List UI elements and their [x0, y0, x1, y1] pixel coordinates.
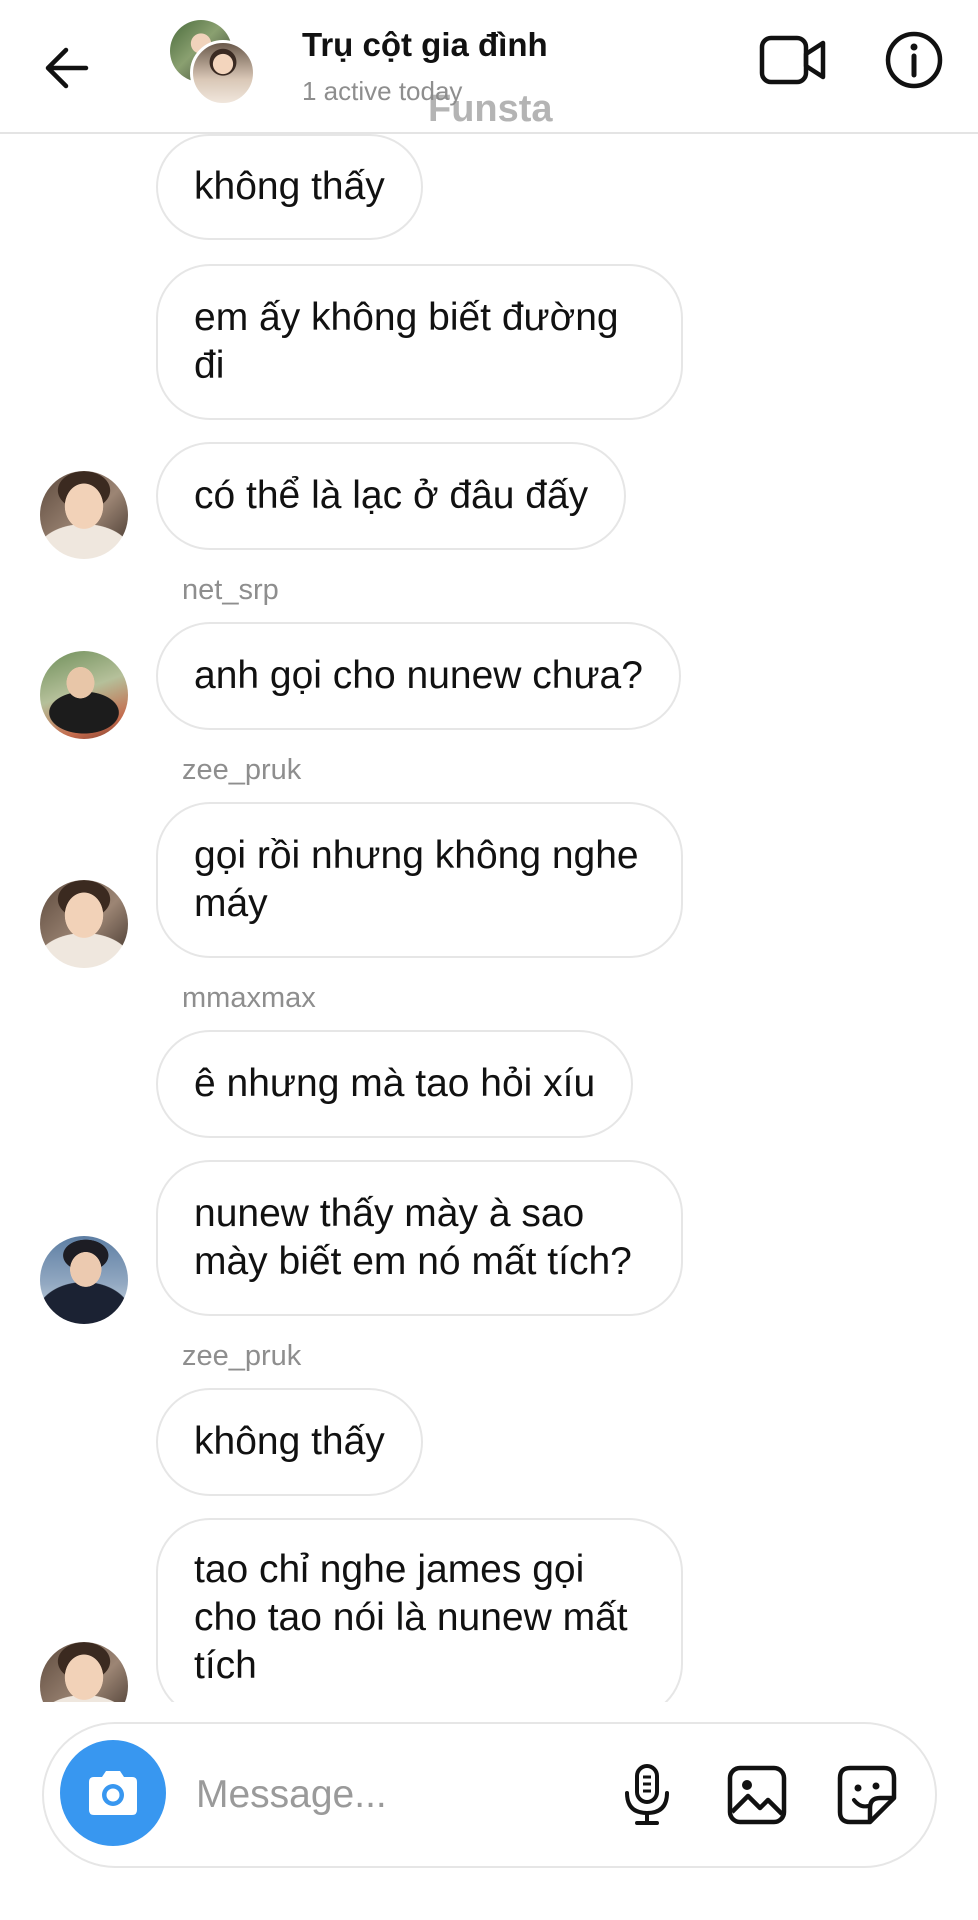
- info-circle-icon[interactable]: [882, 28, 946, 92]
- avatar[interactable]: [40, 1236, 128, 1324]
- group-avatar[interactable]: [170, 20, 260, 106]
- message-text: anh gọi cho nunew chưa?: [194, 654, 643, 697]
- sender-name: zee_pruk: [182, 1340, 302, 1372]
- message-text: có thể là lạc ở đâu đấy: [194, 474, 589, 517]
- group-avatar-front: [190, 40, 256, 106]
- message-thread[interactable]: không thấy em ấy không biết đường đi có …: [0, 134, 978, 1702]
- avatar[interactable]: [40, 471, 128, 559]
- message-composer: [42, 1722, 937, 1868]
- avatar[interactable]: [40, 651, 128, 739]
- message-bubble[interactable]: nunew thấy mày à sao mày biết em nó mất …: [156, 1160, 683, 1316]
- avatar[interactable]: [40, 880, 128, 968]
- watermark: Funsta: [428, 88, 553, 130]
- message-bubble[interactable]: anh gọi cho nunew chưa?: [156, 622, 681, 730]
- message-bubble[interactable]: em ấy không biết đường đi: [156, 264, 683, 420]
- message-text: không thấy: [194, 1420, 385, 1463]
- video-camera-icon[interactable]: [758, 30, 828, 90]
- message-bubble[interactable]: có thể là lạc ở đâu đấy: [156, 442, 627, 550]
- message-bubble[interactable]: ê nhưng mà tao hỏi xíu: [156, 1030, 634, 1138]
- microphone-icon[interactable]: [614, 1760, 680, 1830]
- image-icon[interactable]: [722, 1760, 792, 1830]
- message-text: gọi rồi nhưng không nghe máy: [194, 834, 639, 925]
- sender-name: zee_pruk: [182, 754, 302, 786]
- message-bubble[interactable]: gọi rồi nhưng không nghe máy: [156, 802, 683, 958]
- message-bubble[interactable]: tao chỉ nghe james gọi cho tao nói là nu…: [156, 1518, 683, 1702]
- message-text: nunew thấy mày à sao mày biết em nó mất …: [194, 1192, 632, 1283]
- arrow-left-icon[interactable]: [38, 40, 94, 96]
- message-text: em ấy không biết đường đi: [194, 296, 619, 387]
- sticker-icon[interactable]: [832, 1760, 902, 1830]
- sender-name: mmaxmax: [182, 982, 316, 1014]
- message-bubble[interactable]: không thấy: [156, 134, 423, 240]
- avatar[interactable]: [40, 1642, 128, 1702]
- sender-name: net_srp: [182, 574, 279, 606]
- message-bubble[interactable]: không thấy: [156, 1388, 423, 1496]
- message-text: tao chỉ nghe james gọi cho tao nói là nu…: [194, 1548, 628, 1687]
- conversation-title[interactable]: Trụ cột gia đình: [302, 26, 548, 64]
- message-text: không thấy: [194, 165, 385, 208]
- camera-icon[interactable]: [60, 1740, 166, 1846]
- message-input[interactable]: [196, 1760, 596, 1830]
- message-text: ê nhưng mà tao hỏi xíu: [194, 1062, 596, 1105]
